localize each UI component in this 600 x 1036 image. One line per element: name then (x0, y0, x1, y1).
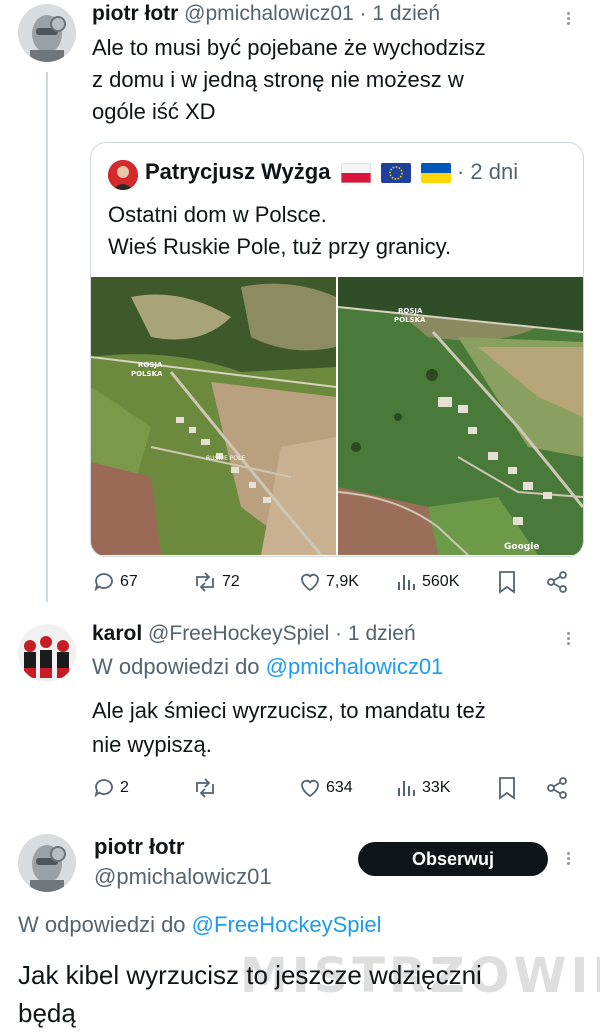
retweet-button[interactable]: 72 (192, 570, 240, 594)
reply-icon (92, 570, 116, 594)
retweet-icon (192, 570, 218, 594)
avatar[interactable] (18, 834, 76, 892)
tweet-text-line: z domu i w jedną stronę nie możesz w (92, 67, 464, 92)
quote-time[interactable]: · 2 dni (457, 159, 518, 184)
share-button[interactable] (545, 776, 569, 800)
retweet-icon (192, 776, 218, 800)
thread-line (46, 72, 48, 602)
tweet-text-line: będą (18, 998, 76, 1028)
like-count: 634 (326, 779, 353, 796)
reply-button[interactable]: 67 (92, 570, 138, 594)
tweet-text-line: Ale jak śmieci wyrzucisz, to mandatu też (92, 698, 486, 723)
views-button[interactable]: 33K (396, 776, 450, 800)
reply-count: 2 (120, 779, 129, 796)
reply-icon (92, 776, 116, 800)
share-icon (545, 570, 569, 594)
like-button[interactable]: 7,9K (298, 570, 359, 594)
more-options-icon[interactable] (567, 850, 571, 867)
tweet-text: Ale to musi być pojebane że wychodzisz z… (92, 32, 486, 128)
quote-text-line: Wieś Ruskie Pole, tuż przy granicy. (108, 234, 452, 259)
avatar[interactable] (18, 4, 76, 62)
views-count: 560K (422, 573, 460, 590)
tweet-text-line: nie wypiszą. (92, 732, 212, 757)
retweet-button[interactable] (192, 776, 222, 800)
map-credit: Google (504, 542, 539, 552)
tweet-text-line: Jak kibel wyrzucisz to jeszcze wdzięczni (18, 960, 482, 990)
poland-flag-icon (340, 163, 371, 184)
follow-button[interactable]: Obserwuj (358, 842, 548, 876)
reply-context-label: W odpowiedzi do (92, 654, 260, 679)
like-button[interactable]: 634 (298, 776, 353, 800)
share-button[interactable] (545, 570, 569, 594)
map-village-label: RUSKIE POLE (206, 455, 245, 462)
more-options-icon[interactable] (567, 630, 571, 647)
author-handle[interactable]: @pmichalowicz01 (94, 864, 272, 890)
views-count: 33K (422, 779, 451, 796)
avatar[interactable] (18, 624, 76, 682)
ukraine-flag-icon (420, 163, 451, 184)
heart-icon (298, 570, 322, 594)
author-name[interactable]: piotr łotr (92, 2, 178, 25)
retweet-count: 72 (222, 573, 240, 590)
bookmark-icon (497, 570, 517, 594)
quoted-tweet[interactable]: Patrycjusz Wyżga · 2 dni Ostatni dom w P… (90, 142, 584, 557)
satellite-image-right[interactable]: ROSJA POLSKA Google (338, 277, 583, 555)
map-border-label-top: ROSJA (398, 307, 423, 315)
bookmark-button[interactable] (497, 776, 517, 800)
eu-flag-icon (380, 163, 411, 184)
tweet-text-line: Ale to musi być pojebane że wychodzisz (92, 35, 486, 60)
author-name[interactable]: karol (92, 622, 142, 645)
more-options-icon[interactable] (567, 10, 571, 27)
reply-button[interactable]: 2 (92, 776, 129, 800)
map-border-label-bottom: POLSKA (394, 316, 426, 324)
views-chart-icon (396, 776, 418, 800)
author-handle-time[interactable]: @pmichalowicz01 · 1 dzień (184, 2, 440, 25)
quote-text-line: Ostatni dom w Polsce. (108, 202, 327, 227)
tweet-text: Jak kibel wyrzucisz to jeszcze wdzięczni… (18, 956, 482, 1032)
author-name[interactable]: piotr łotr (94, 834, 184, 860)
bookmark-icon (497, 776, 517, 800)
reply-to-link[interactable]: @pmichalowicz01 (266, 654, 444, 679)
share-icon (545, 776, 569, 800)
quote-text: Ostatni dom w Polsce. Wieś Ruskie Pole, … (108, 199, 451, 263)
views-chart-icon (396, 570, 418, 594)
tweet-text: Ale jak śmieci wyrzucisz, to mandatu też… (92, 694, 486, 762)
like-count: 7,9K (326, 573, 359, 590)
reply-context-label: W odpowiedzi do (18, 912, 186, 937)
reply-to-link[interactable]: @FreeHockeySpiel (192, 912, 382, 937)
views-button[interactable]: 560K (396, 570, 459, 594)
quote-avatar[interactable] (108, 160, 138, 190)
map-border-label-bottom: POLSKA (131, 370, 163, 378)
bookmark-button[interactable] (497, 570, 517, 594)
tweet-text-line: ogóle iść XD (92, 99, 216, 124)
quote-author-name[interactable]: Patrycjusz Wyżga (145, 159, 330, 184)
satellite-image-left[interactable]: ROSJA POLSKA RUSKIE POLE (91, 277, 336, 555)
author-handle-time[interactable]: @FreeHockeySpiel · 1 dzień (148, 622, 416, 645)
map-border-label-top: ROSJA (138, 361, 163, 369)
reply-count: 67 (120, 573, 138, 590)
heart-icon (298, 776, 322, 800)
